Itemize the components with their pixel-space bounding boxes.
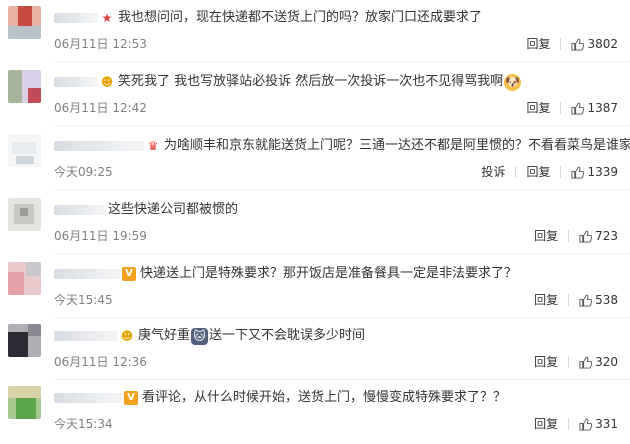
comment-time: 06月11日 12:36 [54,355,147,369]
action-divider [560,38,562,50]
action-divider [568,294,570,306]
crown-icon: ♛ [147,139,159,153]
smile-face-icon: ☻ [120,329,134,343]
thumbs-up-icon [579,417,593,431]
star-icon: ★ [101,11,113,25]
username-blurred[interactable] [54,269,120,279]
reply-button[interactable]: 回复 [526,100,550,116]
username-blurred[interactable] [54,141,144,151]
avatar[interactable] [8,134,41,167]
smile-face-icon: ☻ [100,75,114,89]
cat-emoji-icon: 🐱 [191,327,209,345]
reply-button[interactable]: 回复 [534,228,558,244]
action-divider [568,356,570,368]
comment-item: ★ 我也想问问，现在快递都不送货上门的吗？放家门口还成要求了 06月11日 12… [0,0,630,62]
report-button[interactable]: 投诉 [481,164,505,180]
comment-text: 庚气好重 [138,328,191,343]
thumbs-up-icon [579,355,593,369]
comment-item: ☻ 庚气好重 🐱 送一下又不会耽误多少时间 06月11日 12:36 回复 32… [0,318,630,380]
thumbs-up-icon [571,165,585,179]
comment-item: ☻ 笑死我了 我也写放驿站必投诉 然后放一次投诉一次也不见得骂我啊 🐶 06月1… [0,64,630,126]
like-button[interactable]: 1339 [571,164,618,180]
username-blurred[interactable] [54,77,98,87]
avatar[interactable] [8,262,41,295]
vip-icon: V [122,267,136,281]
comment-time: 06月11日 12:42 [54,101,147,115]
username-blurred[interactable] [54,205,106,215]
like-count: 723 [595,229,618,243]
like-button[interactable]: 538 [579,292,618,308]
reply-button[interactable]: 回复 [534,292,558,308]
comment-time: 今天15:34 [54,417,113,431]
comment-text: 笑死我了 我也写放驿站必投诉 然后放一次投诉一次也不见得骂我啊 [118,74,504,89]
username-blurred[interactable] [54,331,118,341]
comment-text: 我也想问问，现在快递都不送货上门的吗？放家门口还成要求了 [118,10,483,25]
action-divider [515,166,517,178]
vip-icon: V [124,391,138,405]
avatar[interactable] [8,70,41,103]
divider [54,189,630,190]
reply-button[interactable]: 回复 [534,416,558,432]
like-button[interactable]: 1387 [571,100,618,116]
reply-button[interactable]: 回复 [534,354,558,370]
thumbs-up-icon [571,37,585,51]
comment-time: 06月11日 12:53 [54,37,147,51]
comment-item: V 快递送上门是特殊要求？那开饭店是准备餐具一定是非法要求了？ 今天15:45 … [0,256,630,318]
comment-text: 快递送上门是特殊要求？那开饭店是准备餐具一定是非法要求了？ [140,266,518,281]
like-button[interactable]: 3802 [571,36,618,52]
dog-emoji-icon: 🐶 [504,73,522,91]
like-button[interactable]: 331 [579,416,618,432]
comment-list: ★ 我也想问问，现在快递都不送货上门的吗？放家门口还成要求了 06月11日 12… [0,0,630,444]
comment-time: 今天09:25 [54,165,113,179]
divider [54,125,630,126]
like-count: 538 [595,293,618,307]
comment-item: 这些快递公司都被惯的 06月11日 19:59 回复 723 [0,192,630,254]
comment-time: 06月11日 19:59 [54,229,147,243]
comment-text-continued: 送一下又不会耽误多少时间 [209,328,366,343]
thumbs-up-icon [571,101,585,115]
divider [54,61,630,62]
like-button[interactable]: 320 [579,354,618,370]
comment-text: 这些快递公司都被惯的 [108,202,239,217]
like-count: 3802 [587,37,618,51]
username-blurred[interactable] [54,13,98,23]
avatar[interactable] [8,198,41,231]
reply-button[interactable]: 回复 [526,36,550,52]
avatar[interactable] [8,324,41,357]
like-button[interactable]: 723 [579,228,618,244]
action-divider [560,166,562,178]
like-count: 1387 [587,101,618,115]
comment-item: ♛ 为啥顺丰和京东就能送货上门呢？三通一达还不都是阿里惯的？不看看菜鸟是谁家的 … [0,128,630,190]
thumbs-up-icon [579,293,593,307]
like-count: 1339 [587,165,618,179]
action-divider [560,102,562,114]
action-divider [568,230,570,242]
comment-time: 今天15:45 [54,293,113,307]
reply-button[interactable]: 回复 [526,164,550,180]
comment-item: V 看评论，从什么时候开始，送货上门，慢慢变成特殊要求了？？ 今天15:34 回… [0,380,630,442]
comment-text: 看评论，从什么时候开始，送货上门，慢慢变成特殊要求了？？ [142,390,507,405]
thumbs-up-icon [579,229,593,243]
divider [54,253,630,254]
avatar[interactable] [8,386,41,419]
comment-text: 为啥顺丰和京东就能送货上门呢？三通一达还不都是阿里惯的？不看看菜鸟是谁家的 [164,138,630,153]
like-count: 320 [595,355,618,369]
username-blurred[interactable] [54,393,122,403]
like-count: 331 [595,417,618,431]
action-divider [568,418,570,430]
avatar[interactable] [8,6,41,39]
